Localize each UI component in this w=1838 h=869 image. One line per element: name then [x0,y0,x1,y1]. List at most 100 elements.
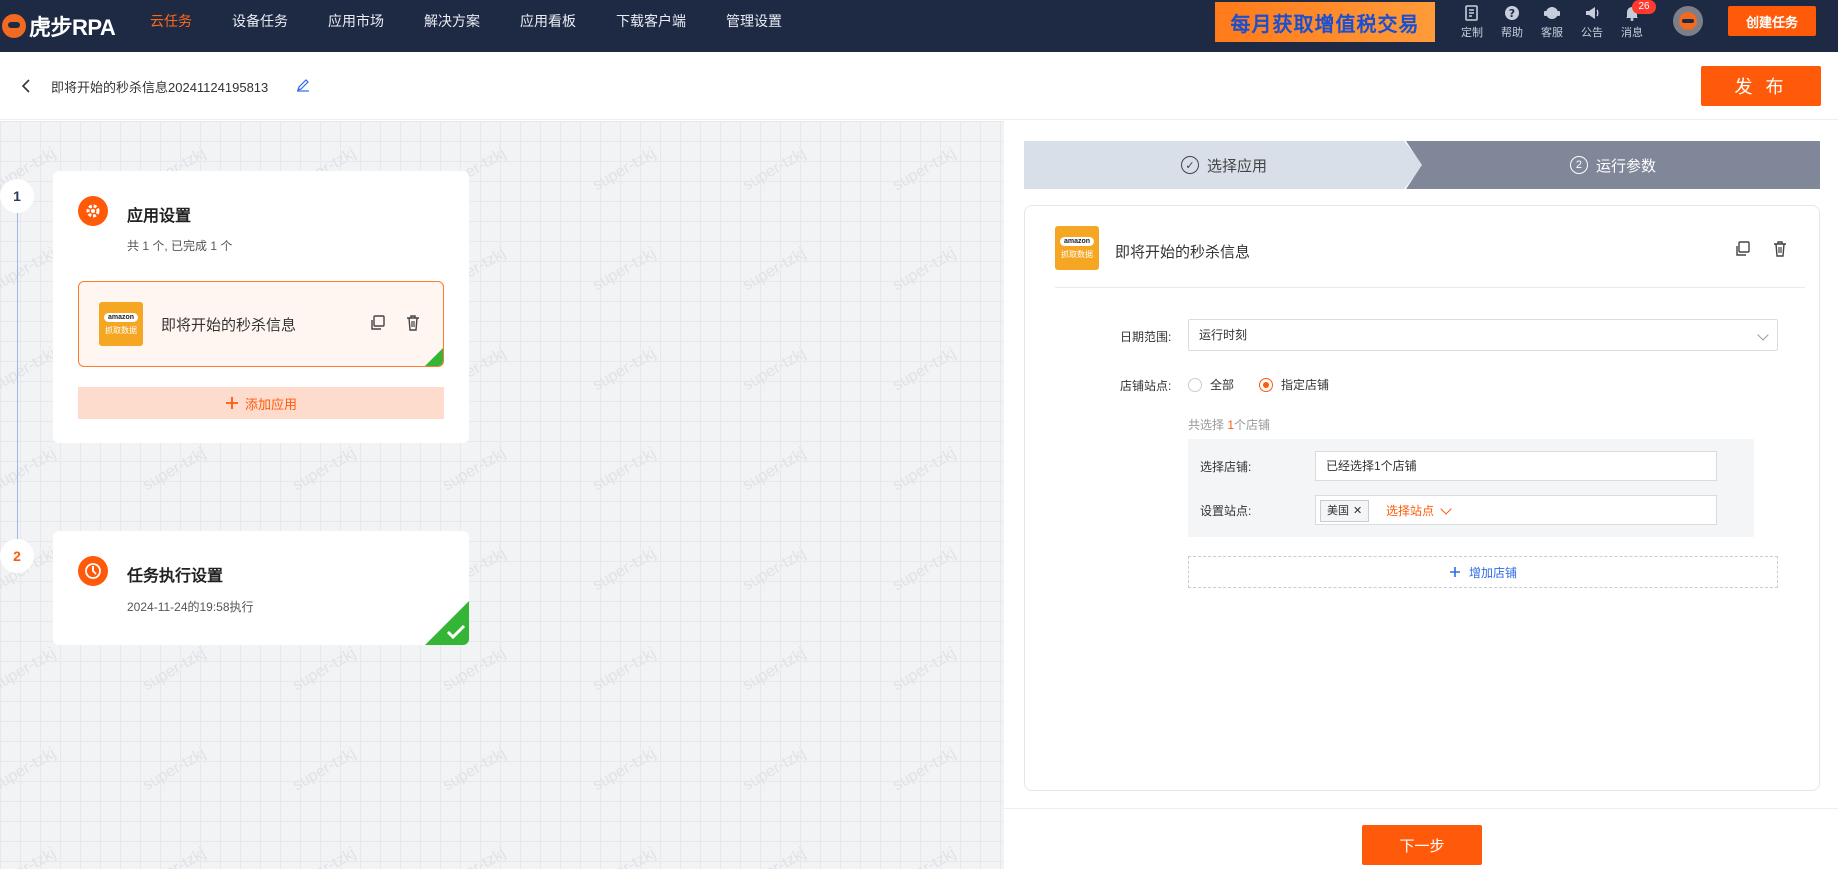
selected-prefix: 共选择 [1188,418,1225,432]
card-subtitle: 共 1 个, 已完成 1 个 [127,239,233,253]
watermark-text: super-tzkj [290,644,359,695]
tool-label: 公告 [1581,27,1603,39]
delete-icon[interactable] [404,314,422,332]
date-range-select[interactable]: 运行时刻 [1188,319,1778,351]
copy-icon[interactable] [369,314,387,332]
watermark-text: super-tzkj [740,544,809,595]
copy-icon[interactable] [1734,240,1752,258]
tool-support[interactable]: 客服 [1532,0,1572,52]
watermark-text: super-tzkj [140,744,209,795]
app-logo-text: amazon [1059,236,1095,246]
card-title: 应用设置 [127,208,192,225]
tiger-logo-icon [2,14,26,38]
tool-customize[interactable]: 定制 [1452,0,1492,52]
watermark-text: super-tzkj [140,444,209,495]
radio-specific-store[interactable]: 指定店铺 [1259,376,1329,393]
brand-logo[interactable]: 虎步RPA [0,8,116,44]
choose-store-label: 选择店铺: [1200,460,1252,474]
create-task-button[interactable]: 创建任务 [1728,6,1816,36]
site-label: 设置站点: [1200,504,1252,518]
radio-label: 全部 [1210,378,1235,392]
watermark-text: super-tzkj [0,244,59,295]
watermark-text: super-tzkj [140,845,209,869]
watermark-text: super-tzkj [590,544,659,595]
watermark-text: super-tzkj [290,444,359,495]
delete-icon[interactable] [1771,240,1789,258]
watermark-text: super-tzkj [0,644,59,695]
wizard-step-label: 运行参数 [1595,157,1656,175]
user-avatar[interactable] [1673,6,1703,36]
nav-item-app-market[interactable]: 应用市场 [328,0,384,52]
close-icon[interactable]: ✕ [1353,501,1362,521]
card-subtitle: 2024-11-24的19:58执行 [127,600,254,614]
date-range-label: 日期范围: [1120,330,1172,344]
config-panel: ✓ 选择应用 2 运行参数 amazon 抓取数据 即将开始的秒杀信息 日期范围… [1004,121,1838,869]
site-tag-label: 美国 [1327,505,1349,517]
tool-messages[interactable]: 26 消息 [1612,0,1656,52]
nav-item-download-client[interactable]: 下载客户端 [616,0,686,52]
choose-store-input[interactable]: 已经选择1个店铺 [1315,451,1717,481]
nav-item-cloud-task[interactable]: 云任务 [150,0,192,52]
gear-icon [78,196,108,226]
watermark-text: super-tzkj [890,144,959,195]
edit-icon[interactable] [296,78,310,92]
watermark-text: super-tzkj [890,845,959,869]
wizard-step-run-params[interactable]: 2 运行参数 [1406,141,1820,189]
nav-item-app-dashboard[interactable]: 应用看板 [520,0,576,52]
promo-banner[interactable]: 每月获取增值税交易 [1215,2,1435,42]
nav-item-solutions[interactable]: 解决方案 [424,0,480,52]
checkmark-icon [446,624,466,640]
add-store-button[interactable]: 增加店铺 [1188,556,1778,588]
completed-check-icon [425,348,443,366]
support-icon [1543,4,1561,22]
customize-icon [1463,4,1481,22]
site-tag: 美国 ✕ [1320,500,1370,522]
execution-settings-card[interactable]: 任务执行设置 2024-11-24的19:58执行 [53,531,469,645]
watermark-text: super-tzkj [590,144,659,195]
watermark-text: super-tzkj [590,744,659,795]
watermark-text: super-tzkj [890,444,959,495]
app-settings-card: 应用设置 共 1 个, 已完成 1 个 amazon 抓取数据 即将开始的秒杀信… [53,171,469,443]
store-site-label: 店铺站点: [1120,379,1172,393]
flow-canvas[interactable]: super-tzkj super-tzkj super-tzkj super-tzkj… [0,121,1004,869]
publish-button[interactable]: 发 布 [1701,66,1821,106]
pick-site-label: 选择站点 [1386,504,1435,518]
next-step-button[interactable]: 下一步 [1362,825,1482,865]
tool-label: 客服 [1541,27,1563,39]
tool-announcement[interactable]: 公告 [1572,0,1612,52]
add-app-button[interactable]: 添加应用 [78,387,444,419]
plus-icon [1449,567,1460,577]
nav-item-admin-settings[interactable]: 管理设置 [726,0,782,52]
tiger-avatar-icon [1679,12,1697,30]
run-params-form: amazon 抓取数据 即将开始的秒杀信息 日期范围: 运行时刻 店铺站点: 全… [1024,205,1820,791]
back-icon[interactable] [16,76,36,96]
nav-item-device-task[interactable]: 设备任务 [232,0,288,52]
watermark-text: super-tzkj [740,444,809,495]
watermark-text: super-tzkj [440,744,509,795]
watermark-text: super-tzkj [890,244,959,295]
watermark-text: super-tzkj [290,845,359,869]
svg-text:?: ? [1509,7,1515,20]
watermark-text: super-tzkj [590,344,659,395]
clock-icon [78,556,108,586]
pick-site-dropdown[interactable]: 选择站点 [1386,502,1452,519]
task-title: 即将开始的秒杀信息20241124195813 [51,80,269,95]
app-name: 即将开始的秒杀信息 [161,317,297,334]
wizard-steps: ✓ 选择应用 2 运行参数 [1024,141,1820,189]
watermark-text: super-tzkj [740,344,809,395]
flow-connector-line [17,191,18,561]
radio-all[interactable]: 全部 [1188,376,1234,393]
watermark-text: super-tzkj [890,344,959,395]
selected-suffix: 个店铺 [1234,418,1271,432]
add-app-label: 添加应用 [244,396,297,412]
watermark-text: super-tzkj [0,444,59,495]
form-app-name: 即将开始的秒杀信息 [1115,244,1251,261]
selected-app-item[interactable]: amazon 抓取数据 即将开始的秒杀信息 [78,281,444,367]
wizard-step-select-app[interactable]: ✓ 选择应用 [1024,141,1424,189]
tool-label: 消息 [1621,27,1643,39]
tool-help[interactable]: ? 帮助 [1492,0,1532,52]
date-range-value: 运行时刻 [1199,328,1248,342]
promo-text: 每月获取增值税交易 [1230,13,1420,36]
site-tag-input[interactable]: 美国 ✕ 选择站点 [1315,495,1717,525]
chevron-down-icon [1757,329,1769,341]
